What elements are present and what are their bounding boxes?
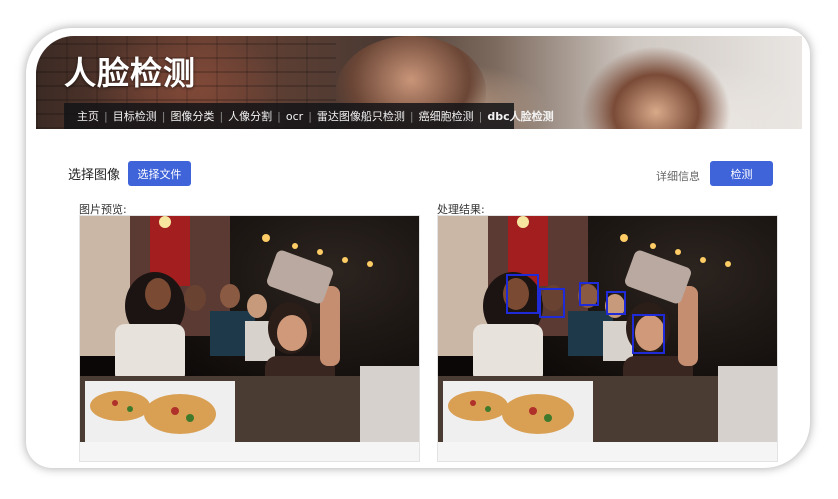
nav-item-image-classification[interactable]: 图像分类 xyxy=(165,108,219,124)
nav-item-portrait-segmentation[interactable]: 人像分割 xyxy=(223,108,277,124)
nav-item-face-detection[interactable]: dbc人脸检测 xyxy=(482,108,558,124)
file-toolbar: 选择图像 选择文件 xyxy=(68,161,192,186)
choose-file-button[interactable]: 选择文件 xyxy=(128,161,192,186)
result-image xyxy=(438,216,777,442)
banner-photo-person xyxy=(581,46,731,129)
header-banner: 人脸检测 主页 | 目标检测 | 图像分类 | 人像分割 | ocr | 雷达图… xyxy=(36,36,802,129)
nav-item-radar-ship-detection[interactable]: 雷达图像船只检测 xyxy=(312,108,410,124)
app-frame: 人脸检测 主页 | 目标检测 | 图像分类 | 人像分割 | ocr | 雷达图… xyxy=(26,28,810,468)
detect-button[interactable]: 检测 xyxy=(710,161,773,186)
face-detection-box xyxy=(579,282,599,306)
top-nav: 主页 | 目标检测 | 图像分类 | 人像分割 | ocr | 雷达图像船只检测… xyxy=(64,103,554,129)
face-detection-box xyxy=(506,274,539,314)
nav-item-object-detection[interactable]: 目标检测 xyxy=(108,108,162,124)
nav-item-home[interactable]: 主页 xyxy=(72,108,104,124)
result-pane xyxy=(437,215,778,462)
detail-info-link[interactable]: 详细信息 xyxy=(656,168,700,184)
face-detection-box xyxy=(632,314,665,354)
select-image-label: 选择图像 xyxy=(68,168,121,183)
preview-image xyxy=(80,216,419,442)
selfie-photo xyxy=(80,216,419,442)
nav-item-ocr[interactable]: ocr xyxy=(281,110,308,123)
preview-pane xyxy=(79,215,420,462)
site-title: 人脸检测 xyxy=(64,54,197,92)
nav-item-cancer-cell-detection[interactable]: 癌细胞检测 xyxy=(414,108,479,124)
face-detection-box xyxy=(539,288,565,318)
face-detection-box xyxy=(606,291,626,315)
selfie-photo xyxy=(438,216,777,442)
